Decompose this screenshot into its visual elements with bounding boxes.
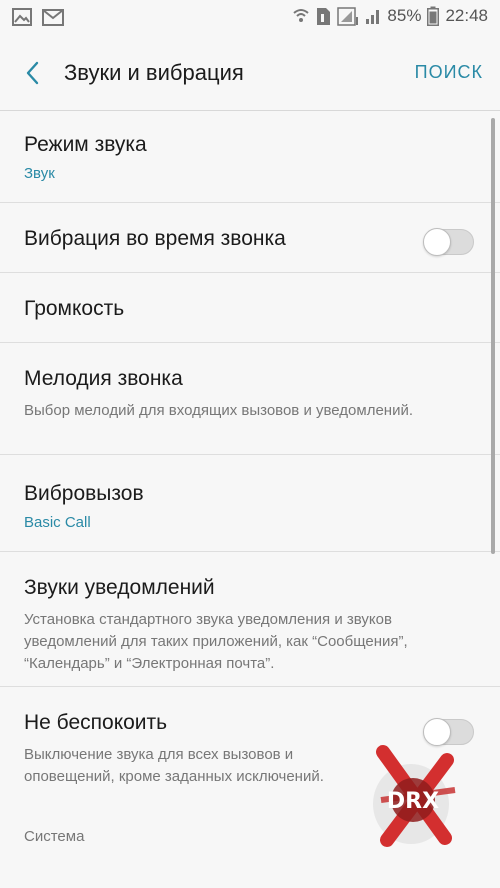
list-item-ringtone[interactable]: Мелодия звонка Выбор мелодий для входящи…: [0, 343, 500, 455]
list-item-vibrate-on-call[interactable]: Вибрация во время звонка: [0, 203, 500, 273]
wifi-icon: [292, 7, 310, 25]
image-icon: [12, 8, 32, 26]
item-title: Режим звука: [24, 133, 147, 156]
item-title: Громкость: [24, 297, 125, 320]
item-title: Не беспокоить: [24, 711, 168, 734]
search-button[interactable]: ПОИСК: [415, 62, 483, 83]
item-title: Мелодия звонка: [24, 367, 183, 390]
mail-icon: [42, 8, 64, 26]
item-title: Вибровызов: [24, 482, 144, 505]
item-title: Звуки уведомлений: [24, 576, 215, 599]
battery-percent: 85%: [387, 6, 422, 25]
page-title: Звуки и вибрация: [64, 60, 244, 85]
list-item-volume[interactable]: Громкость: [0, 273, 500, 343]
vibrate-on-call-toggle[interactable]: [423, 228, 474, 256]
clock: 22:48: [445, 6, 488, 25]
list-item-sound-mode[interactable]: Режим звука Звук: [0, 111, 500, 203]
item-title: Вибрация во время звонка: [24, 227, 286, 250]
status-bar: 85% 22:48: [0, 0, 500, 36]
item-description: Установка стандартного звука уведомления…: [24, 611, 408, 672]
list-item-notification-sounds[interactable]: Звуки уведомлений Установка стандартного…: [0, 552, 500, 687]
item-subtitle: Basic Call: [24, 514, 91, 531]
chevron-left-icon: [18, 61, 48, 92]
scrollbar[interactable]: [491, 118, 495, 554]
status-bar-right: 85% 22:48: [292, 6, 488, 26]
svg-text:DRX: DRX: [387, 789, 439, 814]
toggle-knob: [423, 228, 451, 256]
drx-logo-icon: DRX: [363, 742, 463, 852]
settings-screen: 85% 22:48 Звуки и вибрация ПОИСК Режим з…: [0, 0, 500, 888]
list-item-vibration-pattern[interactable]: Вибровызов Basic Call: [0, 455, 500, 552]
item-subtitle: Звук: [24, 165, 55, 182]
signal-bars-icon: [365, 7, 381, 25]
app-bar: Звуки и вибрация ПОИСК: [0, 36, 500, 111]
item-description: Выключение звука для всех вызовов и опов…: [24, 746, 324, 785]
back-button[interactable]: [18, 58, 48, 88]
item-description: Выбор мелодий для входящих вызовов и уве…: [24, 402, 414, 419]
sim-icon: [316, 7, 331, 26]
status-bar-left: [12, 8, 64, 26]
signal-icon: [337, 6, 359, 26]
battery-icon: [427, 6, 440, 26]
